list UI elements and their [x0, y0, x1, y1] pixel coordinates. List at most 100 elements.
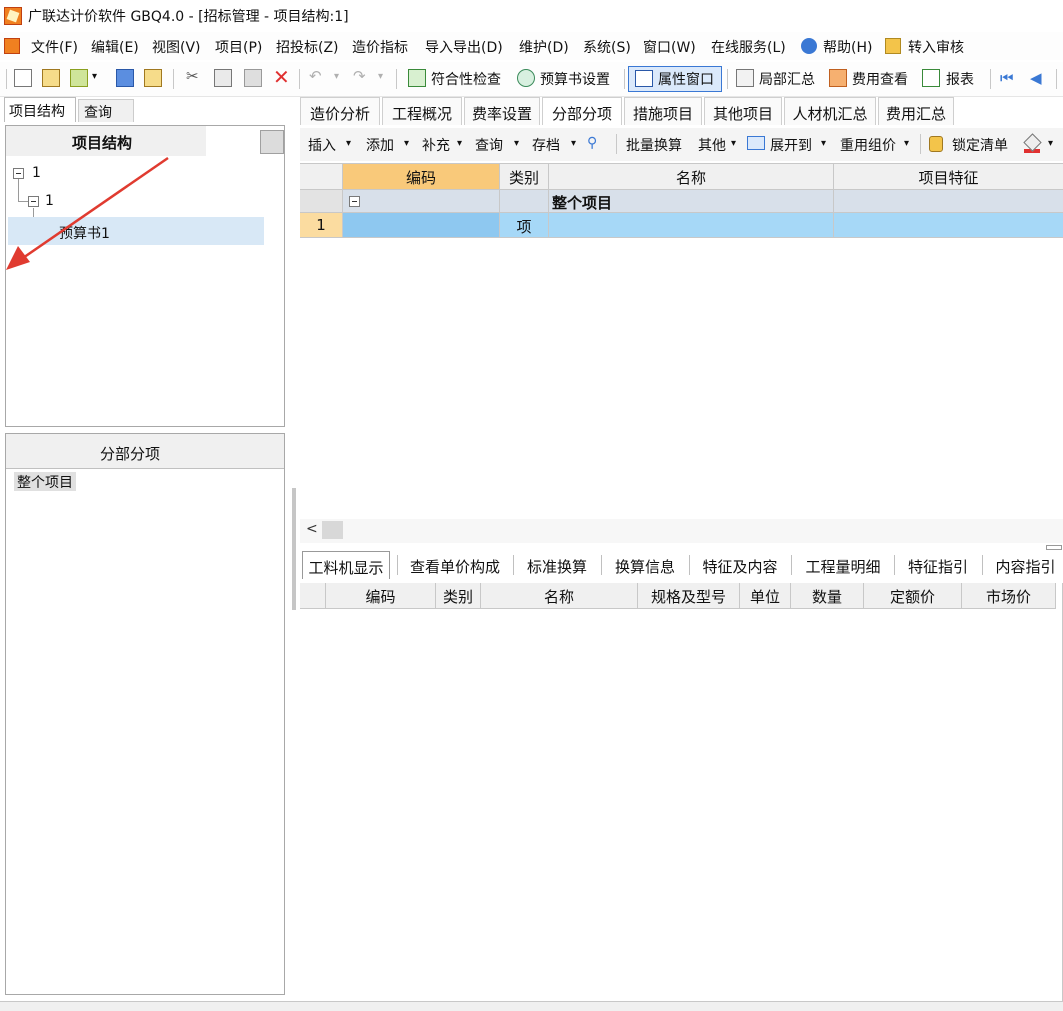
fill-color-dropdown-icon[interactable]: ▾ — [1048, 138, 1053, 149]
budget-settings-button[interactable]: 预算书设置 — [540, 69, 610, 89]
section-item-whole-project[interactable]: 整个项目 — [14, 472, 76, 491]
row-code-cell[interactable] — [343, 213, 500, 238]
material-column-unit[interactable]: 单位 — [740, 583, 791, 609]
panel-splitter[interactable] — [292, 488, 296, 610]
material-column-name[interactable]: 名称 — [481, 583, 638, 609]
material-column-code[interactable]: 编码 — [326, 583, 436, 609]
fill-color-icon[interactable] — [1021, 133, 1042, 153]
menu-project[interactable]: 项目(P) — [215, 37, 262, 57]
save-icon[interactable] — [116, 69, 134, 87]
tab-sub-items[interactable]: 分部分项 — [542, 97, 622, 125]
insert-button[interactable]: 插入 — [308, 135, 336, 155]
find-icon[interactable]: ⚲ — [587, 135, 597, 151]
row-name-cell[interactable] — [549, 213, 834, 238]
other-button[interactable]: 其他 — [698, 135, 726, 155]
column-header-feature[interactable]: 项目特征 — [834, 164, 1063, 190]
menu-edit[interactable]: 编辑(E) — [91, 37, 139, 57]
delete-icon[interactable]: ✕ — [272, 65, 290, 89]
tab-quantity-detail[interactable]: 工程量明细 — [798, 551, 888, 579]
archive-dropdown-icon[interactable]: ▾ — [571, 138, 576, 149]
tab-measures[interactable]: 措施项目 — [624, 97, 702, 125]
tab-material-display[interactable]: 工料机显示 — [302, 551, 390, 579]
tab-unit-price-composition[interactable]: 查看单价构成 — [402, 551, 508, 579]
insert-dropdown-icon[interactable]: ▾ — [346, 138, 351, 149]
first-page-icon[interactable]: ⏮ — [1000, 69, 1014, 87]
tab-conversion-info[interactable]: 换算信息 — [607, 551, 683, 579]
new-file-icon[interactable] — [14, 69, 32, 87]
scroll-left-icon[interactable]: < — [306, 521, 318, 537]
query-dropdown-icon[interactable]: ▾ — [514, 138, 519, 149]
expand-to-dropdown-icon[interactable]: ▾ — [821, 138, 826, 149]
undo-dropdown-icon[interactable]: ▾ — [334, 71, 339, 82]
row-type-cell[interactable]: 项 — [500, 213, 549, 238]
supplement-button[interactable]: 补充 — [422, 135, 450, 155]
reuse-price-button[interactable]: 重用组价 — [840, 135, 896, 155]
material-column-spec[interactable]: 规格及型号 — [638, 583, 740, 609]
menu-system[interactable]: 系统(S) — [583, 37, 631, 57]
menu-transfer-audit[interactable]: 转入审核 — [908, 37, 964, 57]
menu-import-export[interactable]: 导入导出(D) — [425, 37, 503, 57]
group-row-feature[interactable] — [834, 190, 1063, 213]
expand-to-button[interactable]: 展开到 — [770, 135, 812, 155]
batch-convert-button[interactable]: 批量换算 — [626, 135, 682, 155]
paste-icon[interactable] — [244, 69, 262, 87]
previous-page-icon[interactable]: ◀ — [1030, 69, 1042, 87]
tab-standard-conversion[interactable]: 标准换算 — [519, 551, 595, 579]
menu-help[interactable]: 帮助(H) — [823, 37, 872, 57]
cut-icon[interactable]: ✂ — [184, 67, 202, 87]
column-header-type[interactable]: 类别 — [500, 164, 549, 190]
group-row-code[interactable] — [343, 190, 500, 213]
property-window-button[interactable]: 属性窗口 — [628, 66, 722, 92]
app-menu-icon[interactable] — [4, 38, 20, 54]
tab-features-content[interactable]: 特征及内容 — [695, 551, 785, 579]
material-column-quantity[interactable]: 数量 — [791, 583, 864, 609]
row-feature-cell[interactable] — [834, 213, 1063, 238]
query-button[interactable]: 查询 — [475, 135, 503, 155]
partial-summary-button[interactable]: 局部汇总 — [759, 69, 815, 89]
tab-labor-material-summary[interactable]: 人材机汇总 — [784, 97, 876, 125]
cost-view-button[interactable]: 费用查看 — [852, 69, 908, 89]
tab-cost-analysis[interactable]: 造价分析 — [300, 97, 380, 125]
scrollbar-thumb[interactable] — [322, 521, 343, 539]
tab-other-items[interactable]: 其他项目 — [704, 97, 782, 125]
group-row-name[interactable]: 整个项目 — [549, 190, 834, 213]
compliance-check-button[interactable]: 符合性检查 — [431, 69, 501, 89]
group-row-type[interactable] — [500, 190, 549, 213]
menu-file[interactable]: 文件(F) — [31, 37, 78, 57]
tab-project-structure[interactable]: 项目结构 — [4, 97, 76, 122]
redo-icon[interactable]: ↷ — [352, 67, 370, 87]
menu-online-service[interactable]: 在线服务(L) — [711, 37, 786, 57]
material-column-quota-price[interactable]: 定额价 — [864, 583, 962, 609]
other-dropdown-icon[interactable]: ▾ — [731, 138, 736, 149]
column-header-name[interactable]: 名称 — [549, 164, 834, 190]
open-dropdown-icon[interactable]: ▾ — [92, 71, 97, 82]
report-button[interactable]: 报表 — [946, 69, 974, 89]
horizontal-scrollbar[interactable]: < — [300, 519, 1063, 543]
menu-window[interactable]: 窗口(W) — [643, 37, 696, 57]
material-column-type[interactable]: 类别 — [436, 583, 481, 609]
row-number[interactable]: 1 — [300, 213, 343, 238]
reuse-price-dropdown-icon[interactable]: ▾ — [904, 138, 909, 149]
redo-dropdown-icon[interactable]: ▾ — [378, 71, 383, 82]
supplement-dropdown-icon[interactable]: ▾ — [457, 138, 462, 149]
tab-cost-summary[interactable]: 费用汇总 — [878, 97, 954, 125]
material-column-market-price[interactable]: 市场价 — [962, 583, 1056, 609]
column-header-code[interactable]: 编码 — [343, 164, 500, 190]
copy-icon[interactable] — [214, 69, 232, 87]
add-button[interactable]: 添加 — [366, 135, 394, 155]
new-project-icon[interactable] — [42, 69, 60, 87]
archive-button[interactable]: 存档 — [532, 135, 560, 155]
splitter-grip-icon[interactable] — [1046, 545, 1062, 550]
panel-menu-button[interactable] — [260, 130, 284, 154]
menu-maintenance[interactable]: 维护(D) — [519, 37, 569, 57]
undo-icon[interactable]: ↶ — [308, 67, 326, 87]
open-folder-icon[interactable] — [70, 69, 88, 87]
save-as-icon[interactable] — [144, 69, 162, 87]
tab-project-overview[interactable]: 工程概况 — [382, 97, 462, 125]
menu-view[interactable]: 视图(V) — [152, 37, 201, 57]
tab-rate-settings[interactable]: 费率设置 — [464, 97, 540, 125]
group-collapse-icon[interactable] — [349, 196, 360, 207]
lock-list-button[interactable]: 锁定清单 — [952, 135, 1008, 155]
menu-bidding[interactable]: 招投标(Z) — [276, 37, 339, 57]
add-dropdown-icon[interactable]: ▾ — [404, 138, 409, 149]
